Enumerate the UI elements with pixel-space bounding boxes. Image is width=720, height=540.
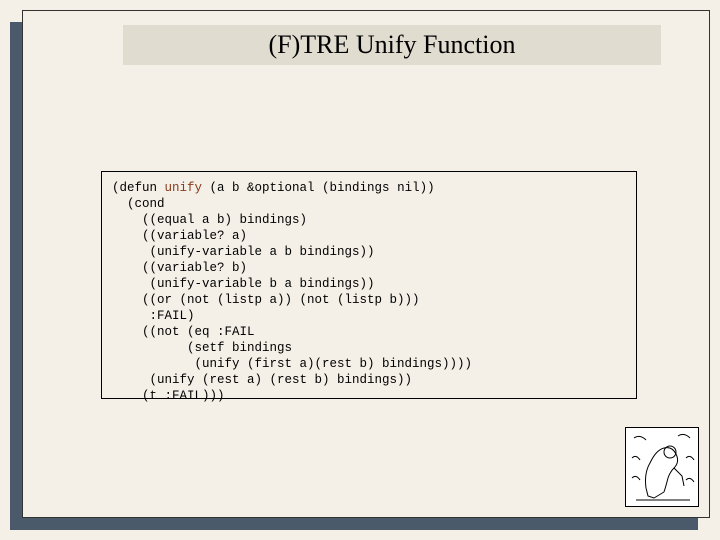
code-line-1a: (defun bbox=[112, 181, 165, 195]
slide-title: (F)TRE Unify Function bbox=[269, 30, 516, 60]
slide-frame: (F)TRE Unify Function (defun unify (a b … bbox=[10, 10, 710, 530]
code-line-9: :FAIL) bbox=[112, 309, 195, 323]
code-line-10: ((not (eq :FAIL bbox=[112, 325, 255, 339]
code-line-13: (unify (rest a) (rest b) bindings)) bbox=[112, 373, 412, 387]
title-bar: (F)TRE Unify Function bbox=[123, 25, 661, 65]
code-line-6: ((variable? b) bbox=[112, 261, 247, 275]
code-line-3: ((equal a b) bindings) bbox=[112, 213, 307, 227]
slide-body: (F)TRE Unify Function (defun unify (a b … bbox=[22, 10, 710, 518]
code-line-2: (cond bbox=[112, 197, 165, 211]
code-fn-name: unify bbox=[165, 181, 203, 195]
code-line-7: (unify-variable b a bindings)) bbox=[112, 277, 375, 291]
code-line-12: (unify (first a)(rest b) bindings)))) bbox=[112, 357, 472, 371]
code-line-11: (setf bindings bbox=[112, 341, 292, 355]
code-line-5: (unify-variable a b bindings)) bbox=[112, 245, 375, 259]
code-listing: (defun unify (a b &optional (bindings ni… bbox=[112, 180, 626, 404]
code-line-14: (t :FAIL))) bbox=[112, 389, 225, 403]
code-line-1b: (a b &optional (bindings nil)) bbox=[202, 181, 435, 195]
code-line-8: ((or (not (listp a)) (not (listp b))) bbox=[112, 293, 420, 307]
code-line-4: ((variable? a) bbox=[112, 229, 247, 243]
decorative-thinker-image bbox=[625, 427, 699, 507]
code-box: (defun unify (a b &optional (bindings ni… bbox=[101, 171, 637, 399]
